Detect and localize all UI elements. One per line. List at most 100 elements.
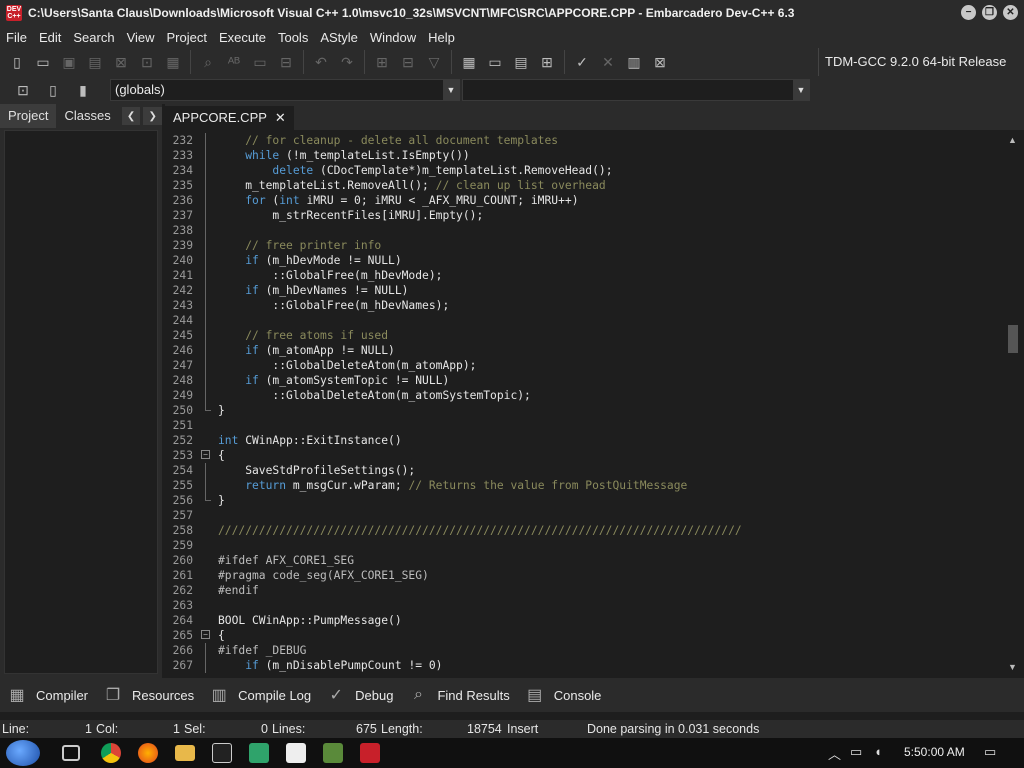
tab-resources[interactable]: ❐ Resources: [100, 683, 194, 707]
code-line[interactable]: 246 if (m_atomApp != NULL): [165, 343, 395, 358]
project-tree[interactable]: [4, 130, 158, 674]
tab-compile-log[interactable]: ▥ Compile Log: [206, 683, 312, 707]
paint-icon[interactable]: [323, 743, 343, 763]
menu-astyle[interactable]: AStyle: [314, 30, 364, 45]
fold-toggle-icon[interactable]: −: [201, 450, 210, 459]
tray-chevron-icon[interactable]: ︿: [828, 744, 841, 763]
tab-compiler[interactable]: ▦ Compiler: [4, 683, 88, 707]
code-editor[interactable]: 232 // for cleanup - delete all document…: [165, 130, 1005, 676]
code-line[interactable]: 264 BOOL CWinApp::PumpMessage(): [165, 613, 402, 628]
goto-bookmark-icon[interactable]: ▮: [72, 79, 94, 101]
command-prompt-icon[interactable]: [212, 743, 232, 763]
save-icon[interactable]: ▣: [58, 51, 80, 73]
code-line[interactable]: 235 m_templateList.RemoveAll(); // clean…: [165, 178, 606, 193]
close-all-icon[interactable]: ⊡: [136, 51, 158, 73]
chevron-down-icon[interactable]: ▼: [443, 80, 459, 100]
tile-windows-icon[interactable]: ▦: [458, 51, 480, 73]
scope-select[interactable]: (globals) ▼: [110, 79, 460, 101]
print-icon[interactable]: ▦: [162, 51, 184, 73]
code-line[interactable]: 262 #endif: [165, 583, 259, 598]
menu-edit[interactable]: Edit: [33, 30, 67, 45]
check-syntax-icon[interactable]: ✓: [571, 51, 593, 73]
firefox-icon[interactable]: [138, 743, 158, 763]
code-line[interactable]: 253−{: [165, 448, 225, 463]
start-button[interactable]: [6, 740, 40, 766]
new-project-icon[interactable]: ⊞: [371, 51, 393, 73]
notification-icon[interactable]: ▭: [984, 744, 996, 760]
maximize-button[interactable]: ❐: [982, 5, 997, 20]
menu-execute[interactable]: Execute: [213, 30, 272, 45]
task-view-icon[interactable]: [62, 745, 80, 761]
notepad-icon[interactable]: [249, 743, 269, 763]
volume-icon[interactable]: ◖: [874, 744, 882, 759]
menu-project[interactable]: Project: [161, 30, 213, 45]
code-line[interactable]: 255 return m_msgCur.wParam; // Returns t…: [165, 478, 687, 493]
code-line[interactable]: 251: [165, 418, 193, 433]
scroll-up-icon[interactable]: ▲: [1005, 132, 1020, 147]
code-line[interactable]: 267 if (m_nDisablePumpCount != 0): [165, 658, 442, 673]
indent-icon[interactable]: ▭: [249, 51, 271, 73]
code-line[interactable]: 261 #pragma code_seg(AFX_CORE1_SEG): [165, 568, 429, 583]
code-line[interactable]: 250}: [165, 403, 225, 418]
network-icon[interactable]: ▭: [850, 744, 862, 760]
code-line[interactable]: 265−{: [165, 628, 225, 643]
insert-icon[interactable]: ⊡: [12, 79, 34, 101]
tab-debug[interactable]: ✓ Debug: [323, 683, 393, 707]
maximize-editor-icon[interactable]: ▭: [484, 51, 506, 73]
undo-icon[interactable]: ↶: [310, 51, 332, 73]
code-line[interactable]: 260 #ifdef AFX_CORE1_SEG: [165, 553, 354, 568]
project-options-icon[interactable]: ▽: [423, 51, 445, 73]
find-icon[interactable]: ⌕: [197, 51, 219, 73]
chevron-left-icon[interactable]: ❮: [121, 107, 141, 125]
save-all-icon[interactable]: ▤: [84, 51, 106, 73]
grid-view-icon[interactable]: ⊞: [536, 51, 558, 73]
close-button[interactable]: ✕: [1003, 5, 1018, 20]
unindent-icon[interactable]: ⊟: [275, 51, 297, 73]
code-line[interactable]: 233 while (!m_templateList.IsEmpty()): [165, 148, 470, 163]
code-line[interactable]: 232 // for cleanup - delete all document…: [165, 133, 558, 148]
new-file-icon[interactable]: ▯: [6, 51, 28, 73]
code-line[interactable]: 249 ::GlobalDeleteAtom(m_atomSystemTopic…: [165, 388, 531, 403]
code-line[interactable]: 247 ::GlobalDeleteAtom(m_atomApp);: [165, 358, 476, 373]
tab-classes[interactable]: Classes: [56, 104, 118, 128]
clock[interactable]: 5:50:00 AM: [904, 745, 965, 759]
close-file-icon[interactable]: ⊠: [110, 51, 132, 73]
code-line[interactable]: 257: [165, 508, 193, 523]
chrome-icon[interactable]: [101, 743, 121, 763]
code-line[interactable]: 239 // free printer info: [165, 238, 381, 253]
menu-view[interactable]: View: [121, 30, 161, 45]
bookmark-icon[interactable]: ▯: [42, 79, 64, 101]
menu-tools[interactable]: Tools: [272, 30, 314, 45]
code-line[interactable]: 237 m_strRecentFiles[iMRU].Empty();: [165, 208, 483, 223]
code-line[interactable]: 254 SaveStdProfileSettings();: [165, 463, 415, 478]
code-line[interactable]: 263: [165, 598, 193, 613]
menu-search[interactable]: Search: [67, 30, 120, 45]
code-line[interactable]: 266 #ifdef _DEBUG: [165, 643, 306, 658]
vertical-scrollbar[interactable]: ▲ ▼: [1005, 130, 1020, 676]
devcpp-taskbar-icon[interactable]: [360, 743, 380, 763]
code-line[interactable]: 243 ::GlobalFree(m_hDevNames);: [165, 298, 449, 313]
7zip-icon[interactable]: [286, 743, 306, 763]
tab-appcore-cpp[interactable]: APPCORE.CPP ✕: [165, 106, 294, 130]
compiler-selector[interactable]: TDM-GCC 9.2.0 64-bit Release: [818, 48, 1006, 76]
menu-window[interactable]: Window: [364, 30, 422, 45]
redo-icon[interactable]: ↷: [336, 51, 358, 73]
tab-console[interactable]: ▤ Console: [522, 683, 601, 707]
menu-help[interactable]: Help: [422, 30, 461, 45]
code-line[interactable]: 244: [165, 313, 206, 328]
code-line[interactable]: 248 if (m_atomSystemTopic != NULL): [165, 373, 449, 388]
clean-icon[interactable]: ⊠: [649, 51, 671, 73]
open-folder-icon[interactable]: ▭: [32, 51, 54, 73]
scroll-down-icon[interactable]: ▼: [1005, 659, 1020, 674]
fold-toggle-icon[interactable]: −: [201, 630, 210, 639]
close-icon[interactable]: ✕: [275, 106, 286, 130]
stop-icon[interactable]: ✕: [597, 51, 619, 73]
tab-find-results[interactable]: ⌕ Find Results: [405, 683, 510, 707]
calendar-grid-icon[interactable]: ▤: [510, 51, 532, 73]
function-select[interactable]: ▼: [462, 79, 810, 101]
code-line[interactable]: 238: [165, 223, 206, 238]
code-line[interactable]: 259: [165, 538, 193, 553]
tab-project[interactable]: Project: [0, 104, 57, 128]
code-line[interactable]: 240 if (m_hDevMode != NULL): [165, 253, 402, 268]
menu-file[interactable]: File: [0, 30, 33, 45]
